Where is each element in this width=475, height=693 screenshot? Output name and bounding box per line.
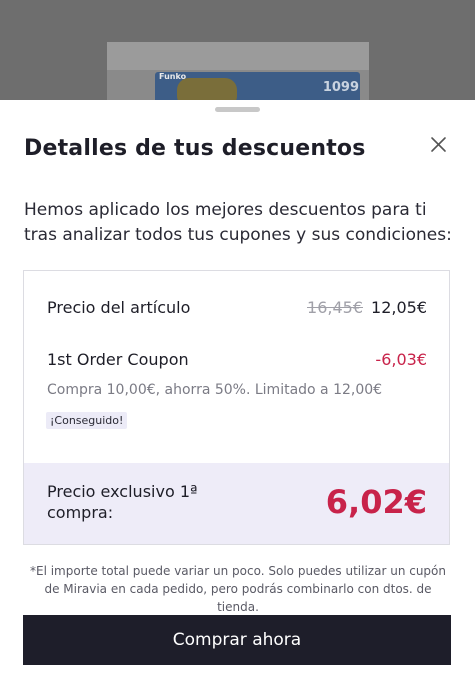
drag-handle[interactable] [215,107,260,112]
product-box-image: Funko 1099 [107,42,369,100]
original-price: 16,45€ [307,298,363,317]
disclaimer-note: *El importe total puede variar un poco. … [29,564,446,614]
coupon-description: Compra 10,00€, ahorra 50%. Limitado a 12… [47,382,383,398]
intro-text: Hemos aplicado los mejores descuentos pa… [24,200,452,245]
exclusive-price-value: 6,02€ [325,483,427,521]
exclusive-price-label: Precio exclusivo 1ª compra: [47,482,198,522]
close-icon[interactable] [428,134,450,156]
background-product-image: Funko 1099 [0,0,475,100]
coupon-name: 1st Order Coupon [47,350,189,369]
discount-breakdown-card: Precio del artículo 16,45€ 12,05€ 1st Or… [23,270,450,545]
item-price: 12,05€ [371,298,427,317]
item-price-label: Precio del artículo [47,298,191,317]
product-number: 1099 [322,80,359,95]
exclusive-price-panel: Precio exclusivo 1ª compra: 6,02€ [24,463,449,544]
buy-now-button[interactable]: Comprar ahora [23,615,451,665]
discount-details-sheet: Detalles de tus descuentos Hemos aplicad… [0,100,475,693]
sheet-title: Detalles de tus descuentos [24,136,366,161]
status-badge: ¡Conseguido! [46,412,128,429]
coupon-discount: -6,03€ [375,350,427,369]
brand-logo: Funko [159,72,187,81]
